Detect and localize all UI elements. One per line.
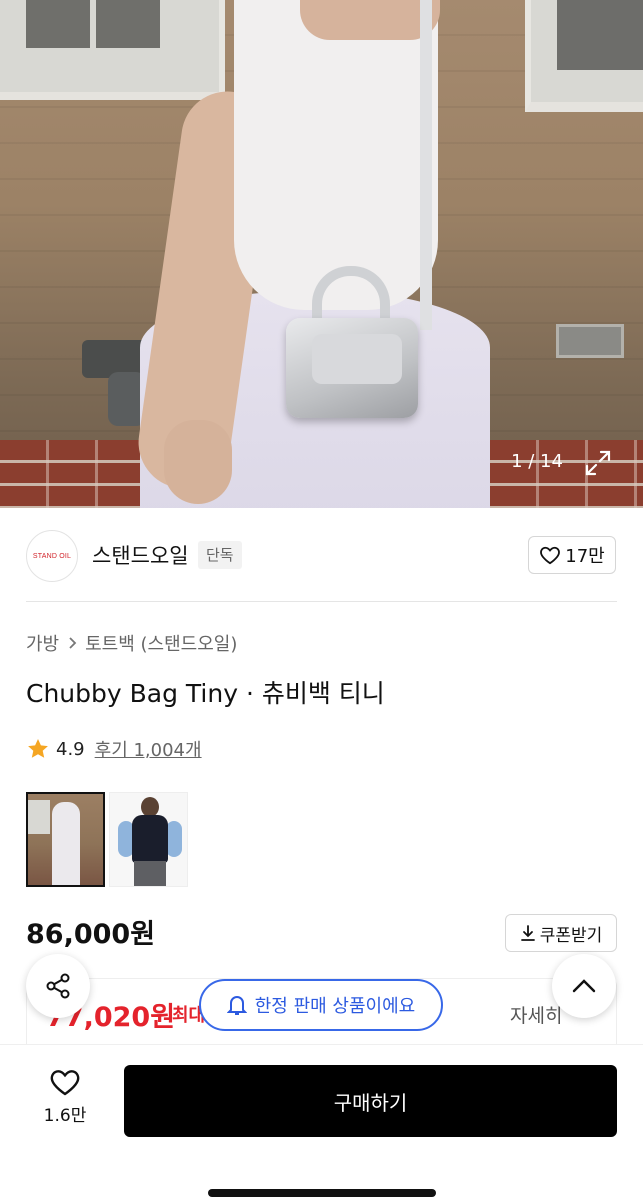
breadcrumb-subcategory[interactable]: 토트백 (스탠드오일) [85, 630, 237, 656]
reviews-link[interactable]: 후기 1,004개 [95, 736, 202, 762]
detail-label: 자세히 [510, 1005, 563, 1027]
product-price: 86,000원 [26, 919, 156, 950]
thumbnail-strip [26, 792, 188, 887]
store-row[interactable]: STAND OIL 스탠드오일 단독 17만 [0, 508, 643, 602]
share-button[interactable] [26, 954, 90, 1018]
bottom-bar: 1.6만 구매하기 [0, 1044, 643, 1200]
download-icon [520, 925, 535, 941]
coupon-button[interactable]: 쿠폰받기 [505, 914, 617, 952]
image-counter: 1 / 14 [511, 451, 563, 472]
hero-window-right [525, 0, 643, 112]
product-title: Chubby Bag Tiny · 츄비백 티니 [26, 679, 385, 708]
limited-sale-banner[interactable]: 한정 판매 상품이에요 [199, 979, 443, 1031]
store-like-count: 17만 [565, 546, 605, 567]
chevron-up-icon [572, 979, 596, 993]
hero-window-left [0, 0, 225, 100]
breadcrumb: 가방 토트백 (스탠드오일) [26, 630, 237, 656]
hero-bag-strap [420, 0, 432, 330]
hero-hand [164, 420, 232, 504]
thumbnail-1[interactable] [26, 792, 105, 887]
hero-bag-flap [312, 334, 402, 384]
thumbnail-2[interactable] [109, 792, 188, 887]
buy-button[interactable]: 구매하기 [124, 1065, 617, 1137]
limited-sale-label: 한정 판매 상품이에요 [254, 996, 416, 1017]
scroll-top-button[interactable] [552, 954, 616, 1018]
rating-value: 4.9 [56, 738, 85, 760]
bell-icon [226, 996, 247, 1015]
rating-row: 4.9 후기 1,004개 [26, 736, 202, 762]
coupon-label: 쿠폰받기 [539, 925, 603, 946]
heart-icon [50, 1070, 80, 1096]
star-icon [28, 739, 48, 758]
product-page: 1 / 14 STAND OIL 스탠드오일 단독 17만 가방 토트백 (스탠… [0, 0, 643, 1200]
store-name[interactable]: 스탠드오일 [92, 540, 189, 570]
store-logo-text: STAND OIL [32, 552, 72, 560]
breadcrumb-category[interactable]: 가방 [26, 630, 59, 656]
detail-link[interactable]: 자세히 [510, 1001, 562, 1028]
product-hero-image[interactable]: 1 / 14 [0, 0, 643, 508]
store-logo[interactable]: STAND OIL [26, 530, 78, 582]
divider [26, 601, 617, 602]
wishlist-count: 1.6만 [43, 1106, 87, 1126]
heart-icon [540, 546, 561, 565]
exclusive-badge: 단독 [198, 541, 242, 569]
hero-vent [556, 324, 624, 358]
chevron-right-icon [69, 637, 77, 649]
hero-dress-top [234, 0, 438, 310]
store-like-button[interactable]: 17만 [528, 536, 616, 574]
expand-icon[interactable] [582, 447, 614, 479]
wishlist-button[interactable]: 1.6만 [32, 1067, 98, 1126]
home-indicator [208, 1189, 436, 1197]
share-icon [46, 973, 70, 999]
hero-shoulder [300, 0, 440, 40]
